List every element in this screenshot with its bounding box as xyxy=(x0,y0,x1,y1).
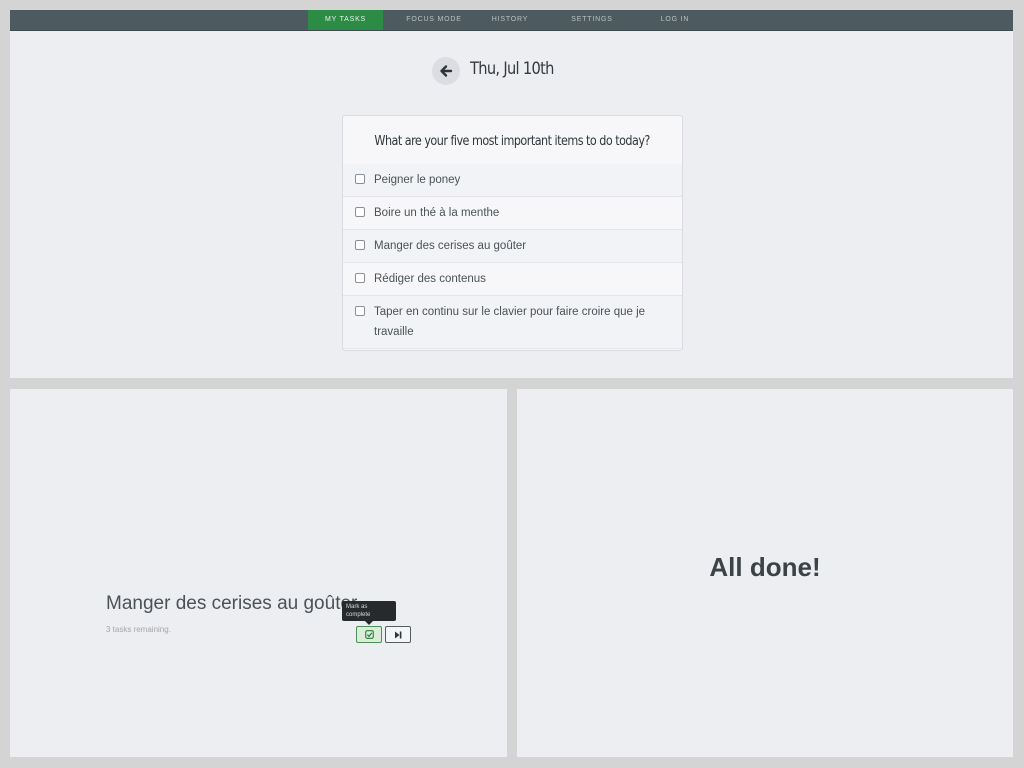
task-item[interactable]: Rédiger des contenus xyxy=(343,263,682,296)
task-checkbox[interactable] xyxy=(355,174,365,184)
mark-complete-button[interactable] xyxy=(356,626,382,643)
nav-focus-mode[interactable]: FOCUS MODE xyxy=(390,10,478,30)
task-list: Peigner le poney Boire un thé à la menth… xyxy=(343,164,682,349)
nav-my-tasks[interactable]: MY TASKS xyxy=(308,10,383,30)
task-label: Boire un thé à la menthe xyxy=(374,207,500,219)
tasks-panel: MY TASKS FOCUS MODE HISTORY SETTINGS LOG… xyxy=(10,10,1013,378)
task-checkbox[interactable] xyxy=(355,207,365,217)
all-done-panel: All done! xyxy=(517,389,1013,757)
nav-settings[interactable]: SETTINGS xyxy=(560,10,624,30)
check-square-icon xyxy=(364,630,374,639)
task-label: Rédiger des contenus xyxy=(374,273,486,285)
task-checkbox[interactable] xyxy=(355,240,365,250)
todo-card: What are your five most important items … xyxy=(342,115,683,351)
back-button[interactable] xyxy=(432,57,460,85)
focus-mode-panel: Manger des cerises au goûter 3 tasks rem… xyxy=(10,389,507,757)
mark-complete-tooltip: Mark as complete xyxy=(342,601,396,625)
top-navbar: MY TASKS FOCUS MODE HISTORY SETTINGS LOG… xyxy=(10,10,1013,31)
task-label: Manger des cerises au goûter xyxy=(374,240,527,252)
nav-history[interactable]: HISTORY xyxy=(480,10,540,30)
task-checkbox[interactable] xyxy=(355,306,365,316)
focus-task-title: Manger des cerises au goûter xyxy=(106,593,358,614)
all-done-message: All done! xyxy=(709,552,821,582)
skip-task-button[interactable] xyxy=(385,626,411,643)
task-label: Peigner le poney xyxy=(374,174,461,186)
task-item[interactable]: Boire un thé à la menthe xyxy=(343,197,682,230)
task-label: Taper en continu sur le clavier pour fai… xyxy=(374,306,646,338)
task-item[interactable]: Taper en continu sur le clavier pour fai… xyxy=(343,296,682,349)
nav-log-in[interactable]: LOG IN xyxy=(650,10,700,30)
task-checkbox[interactable] xyxy=(355,273,365,283)
card-question: What are your five most important items … xyxy=(374,134,651,149)
task-item[interactable]: Manger des cerises au goûter xyxy=(343,230,682,263)
arrow-left-icon xyxy=(440,65,453,77)
task-item[interactable]: Peigner le poney xyxy=(343,164,682,197)
skip-forward-icon xyxy=(395,631,402,638)
page-title: Thu, Jul 10th xyxy=(470,59,554,79)
tasks-remaining: 3 tasks remaining. xyxy=(106,625,171,634)
